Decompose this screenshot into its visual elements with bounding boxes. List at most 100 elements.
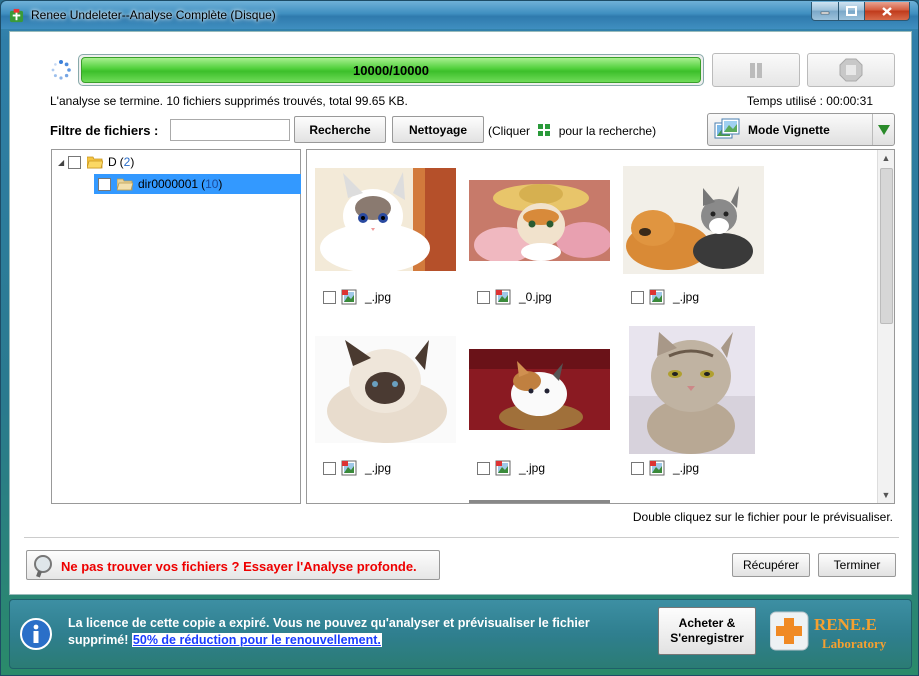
svg-text:RENE.E: RENE.E [814,615,877,634]
title-bar[interactable]: Renee Undeleter--Analyse Complète (Disqu… [1,1,918,29]
maximize-button[interactable] [838,2,865,21]
window-title: Renee Undeleter--Analyse Complète (Disqu… [31,8,276,22]
thumbnail-item[interactable]: _0.jpg [469,180,619,330]
collapse-arrow-icon[interactable]: ◢ [58,158,68,167]
folder-tree: ◢ D (2) dir0000001 (10) [51,149,301,504]
view-mode-dropdown[interactable]: Mode Vignette [707,113,895,146]
file-checkbox[interactable] [323,461,336,475]
file-checkbox[interactable] [631,461,644,475]
scan-progress-bar: 10000/10000 [78,54,704,86]
folder-open-icon [87,156,103,168]
thumbnail-image [315,168,456,271]
image-file-icon [649,289,665,305]
divider [24,537,899,538]
dir-name: dir0000001 [138,177,199,191]
file-name: _0.jpg [519,290,552,304]
root-count: 2 [123,155,131,169]
deep-scan-label: Ne pas trouver vos fichiers ? Essayer l'… [61,559,417,574]
thumbnail-meta: _.jpg [323,289,391,305]
thumbnail-item[interactable]: _.jpg [469,349,619,499]
thumbnail-meta: _.jpg [323,460,391,476]
grid-search-icon [538,124,551,136]
image-file-icon [495,289,511,305]
pause-button[interactable] [712,53,800,87]
close-icon [882,6,892,16]
tree-node-root[interactable]: ◢ D (2) [58,152,134,172]
scroll-up-arrow-icon[interactable]: ▲ [878,150,894,166]
root-name: D [108,155,117,169]
file-name: _.jpg [365,290,392,304]
chevron-down-icon [877,124,890,135]
scroll-down-arrow-icon[interactable]: ▼ [878,487,894,503]
progress-label: 10000/10000 [353,62,429,78]
minimize-icon [820,11,830,15]
buy-register-button[interactable]: Acheter & S'enregistrer [658,607,756,655]
app-icon [9,8,24,23]
search-button[interactable]: Recherche [294,116,386,143]
search-hint: (Cliquer pour la recherche) [488,123,656,138]
file-checkbox[interactable] [631,290,644,304]
image-file-icon [341,289,357,305]
file-checkbox[interactable] [323,290,336,304]
view-mode-arrow[interactable] [872,114,894,145]
info-icon [20,618,52,650]
file-name: _.jpg [673,290,700,304]
loading-spinner-icon [51,60,71,80]
buy-line2: S'enregistrer [670,631,744,645]
thumbnail-image [469,349,610,430]
scroll-thumb[interactable] [880,168,893,324]
view-mode-label: Mode Vignette [748,123,830,137]
svg-text:Laboratory: Laboratory [822,636,887,651]
folder-icon [117,178,133,190]
thumbnail-image [315,336,456,443]
buy-line1: Acheter & [678,616,736,630]
dir-count: 10 [205,177,219,191]
search-hint-prefix: (Cliquer [488,124,531,138]
thumbnail-item[interactable]: _.jpg [623,166,773,331]
thumbnail-grid: _.jpg _0.jpg _.jpg _.jpg _.jpg _.jpg ▲ ▼ [306,149,895,504]
license-message: La licence de cette copie a expiré. Vous… [68,615,648,649]
thumbnail-item[interactable]: _.jpg [315,168,465,328]
file-checkbox[interactable] [477,461,490,475]
root-close-paren: ) [130,155,135,169]
thumbnail-image [629,326,755,454]
thumbnail-item[interactable]: _.jpg [315,336,465,498]
pause-icon [750,63,762,78]
thumbnail-item[interactable]: _.jpg [629,326,779,498]
deep-scan-button[interactable]: Ne pas trouver vos fichiers ? Essayer l'… [26,550,440,580]
stop-button[interactable] [807,53,895,87]
minimize-button[interactable] [811,2,839,21]
image-file-icon [649,460,665,476]
renee-laboratory-logo: RENE.E Laboratory [770,611,887,651]
dir-checkbox[interactable] [98,177,111,191]
elapsed-time: Temps utilisé : 00:00:31 [746,94,873,108]
stop-icon [839,58,863,82]
recover-button[interactable]: Récupérer [732,553,810,577]
thumbnail-meta: _0.jpg [477,289,552,305]
progress-fill: 10000/10000 [81,57,701,83]
license-banner: La licence de cette copie a expiré. Vous… [9,599,912,669]
thumbnail-image [623,166,764,274]
preview-hint: Double cliquez sur le fichier pour le pr… [632,510,893,524]
image-file-icon [495,460,511,476]
dir-close-paren: ) [218,177,223,191]
thumbnail-view-icon [714,118,740,139]
tree-node-dir0000001[interactable]: dir0000001 (10) [94,174,301,194]
file-filter-input[interactable] [170,119,290,141]
clean-button[interactable]: Nettoyage [392,116,484,143]
close-button[interactable] [864,2,910,21]
file-filter-label: Filtre de fichiers : [50,123,159,138]
image-file-icon [341,460,357,476]
file-checkbox[interactable] [477,290,490,304]
vertical-scrollbar[interactable]: ▲ ▼ [877,150,894,503]
file-name: _.jpg [519,461,546,475]
scan-status-text: L'analyse se termine. 10 fichiers suppri… [50,94,408,108]
thumbnail-meta: _.jpg [631,460,699,476]
renewal-discount-link[interactable]: 50% de réduction pour le renouvellement. [131,633,382,647]
next-row-thumbnail-edge [469,500,610,503]
root-checkbox[interactable] [68,155,81,169]
file-name: _.jpg [365,461,392,475]
thumbnail-meta: _.jpg [477,460,545,476]
main-panel: 10000/10000 L'analyse se termine. 10 fic… [9,31,912,595]
finish-button[interactable]: Terminer [818,553,896,577]
